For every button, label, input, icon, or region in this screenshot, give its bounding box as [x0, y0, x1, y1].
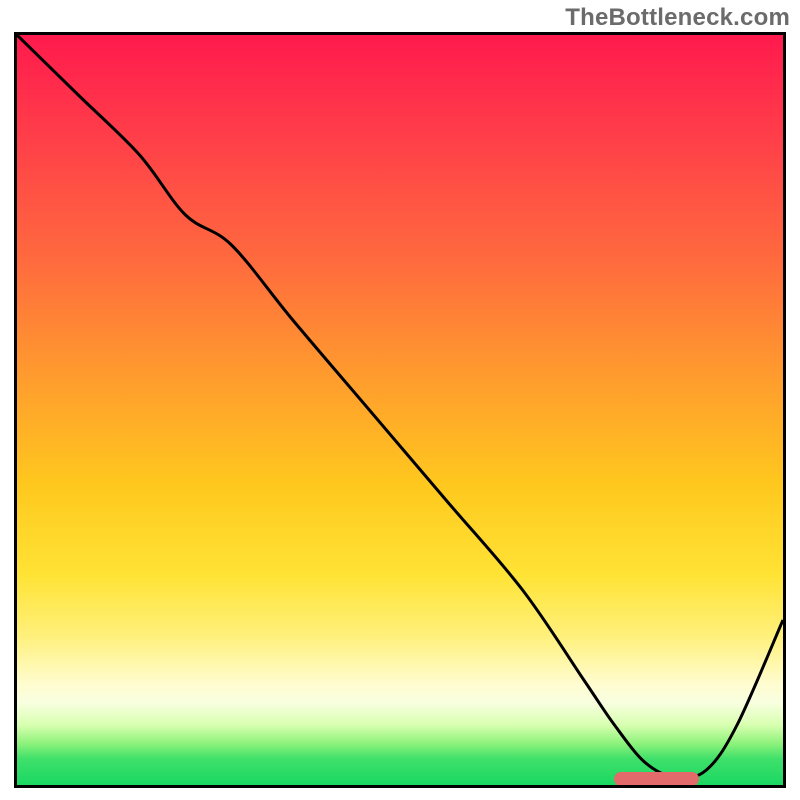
bottleneck-curve: [17, 35, 783, 778]
plot-area: [14, 32, 786, 788]
watermark-text: TheBottleneck.com: [565, 4, 790, 32]
optimal-range-marker: [614, 772, 698, 786]
chart-stage: TheBottleneck.com: [0, 0, 800, 800]
curve-layer: [17, 35, 783, 785]
